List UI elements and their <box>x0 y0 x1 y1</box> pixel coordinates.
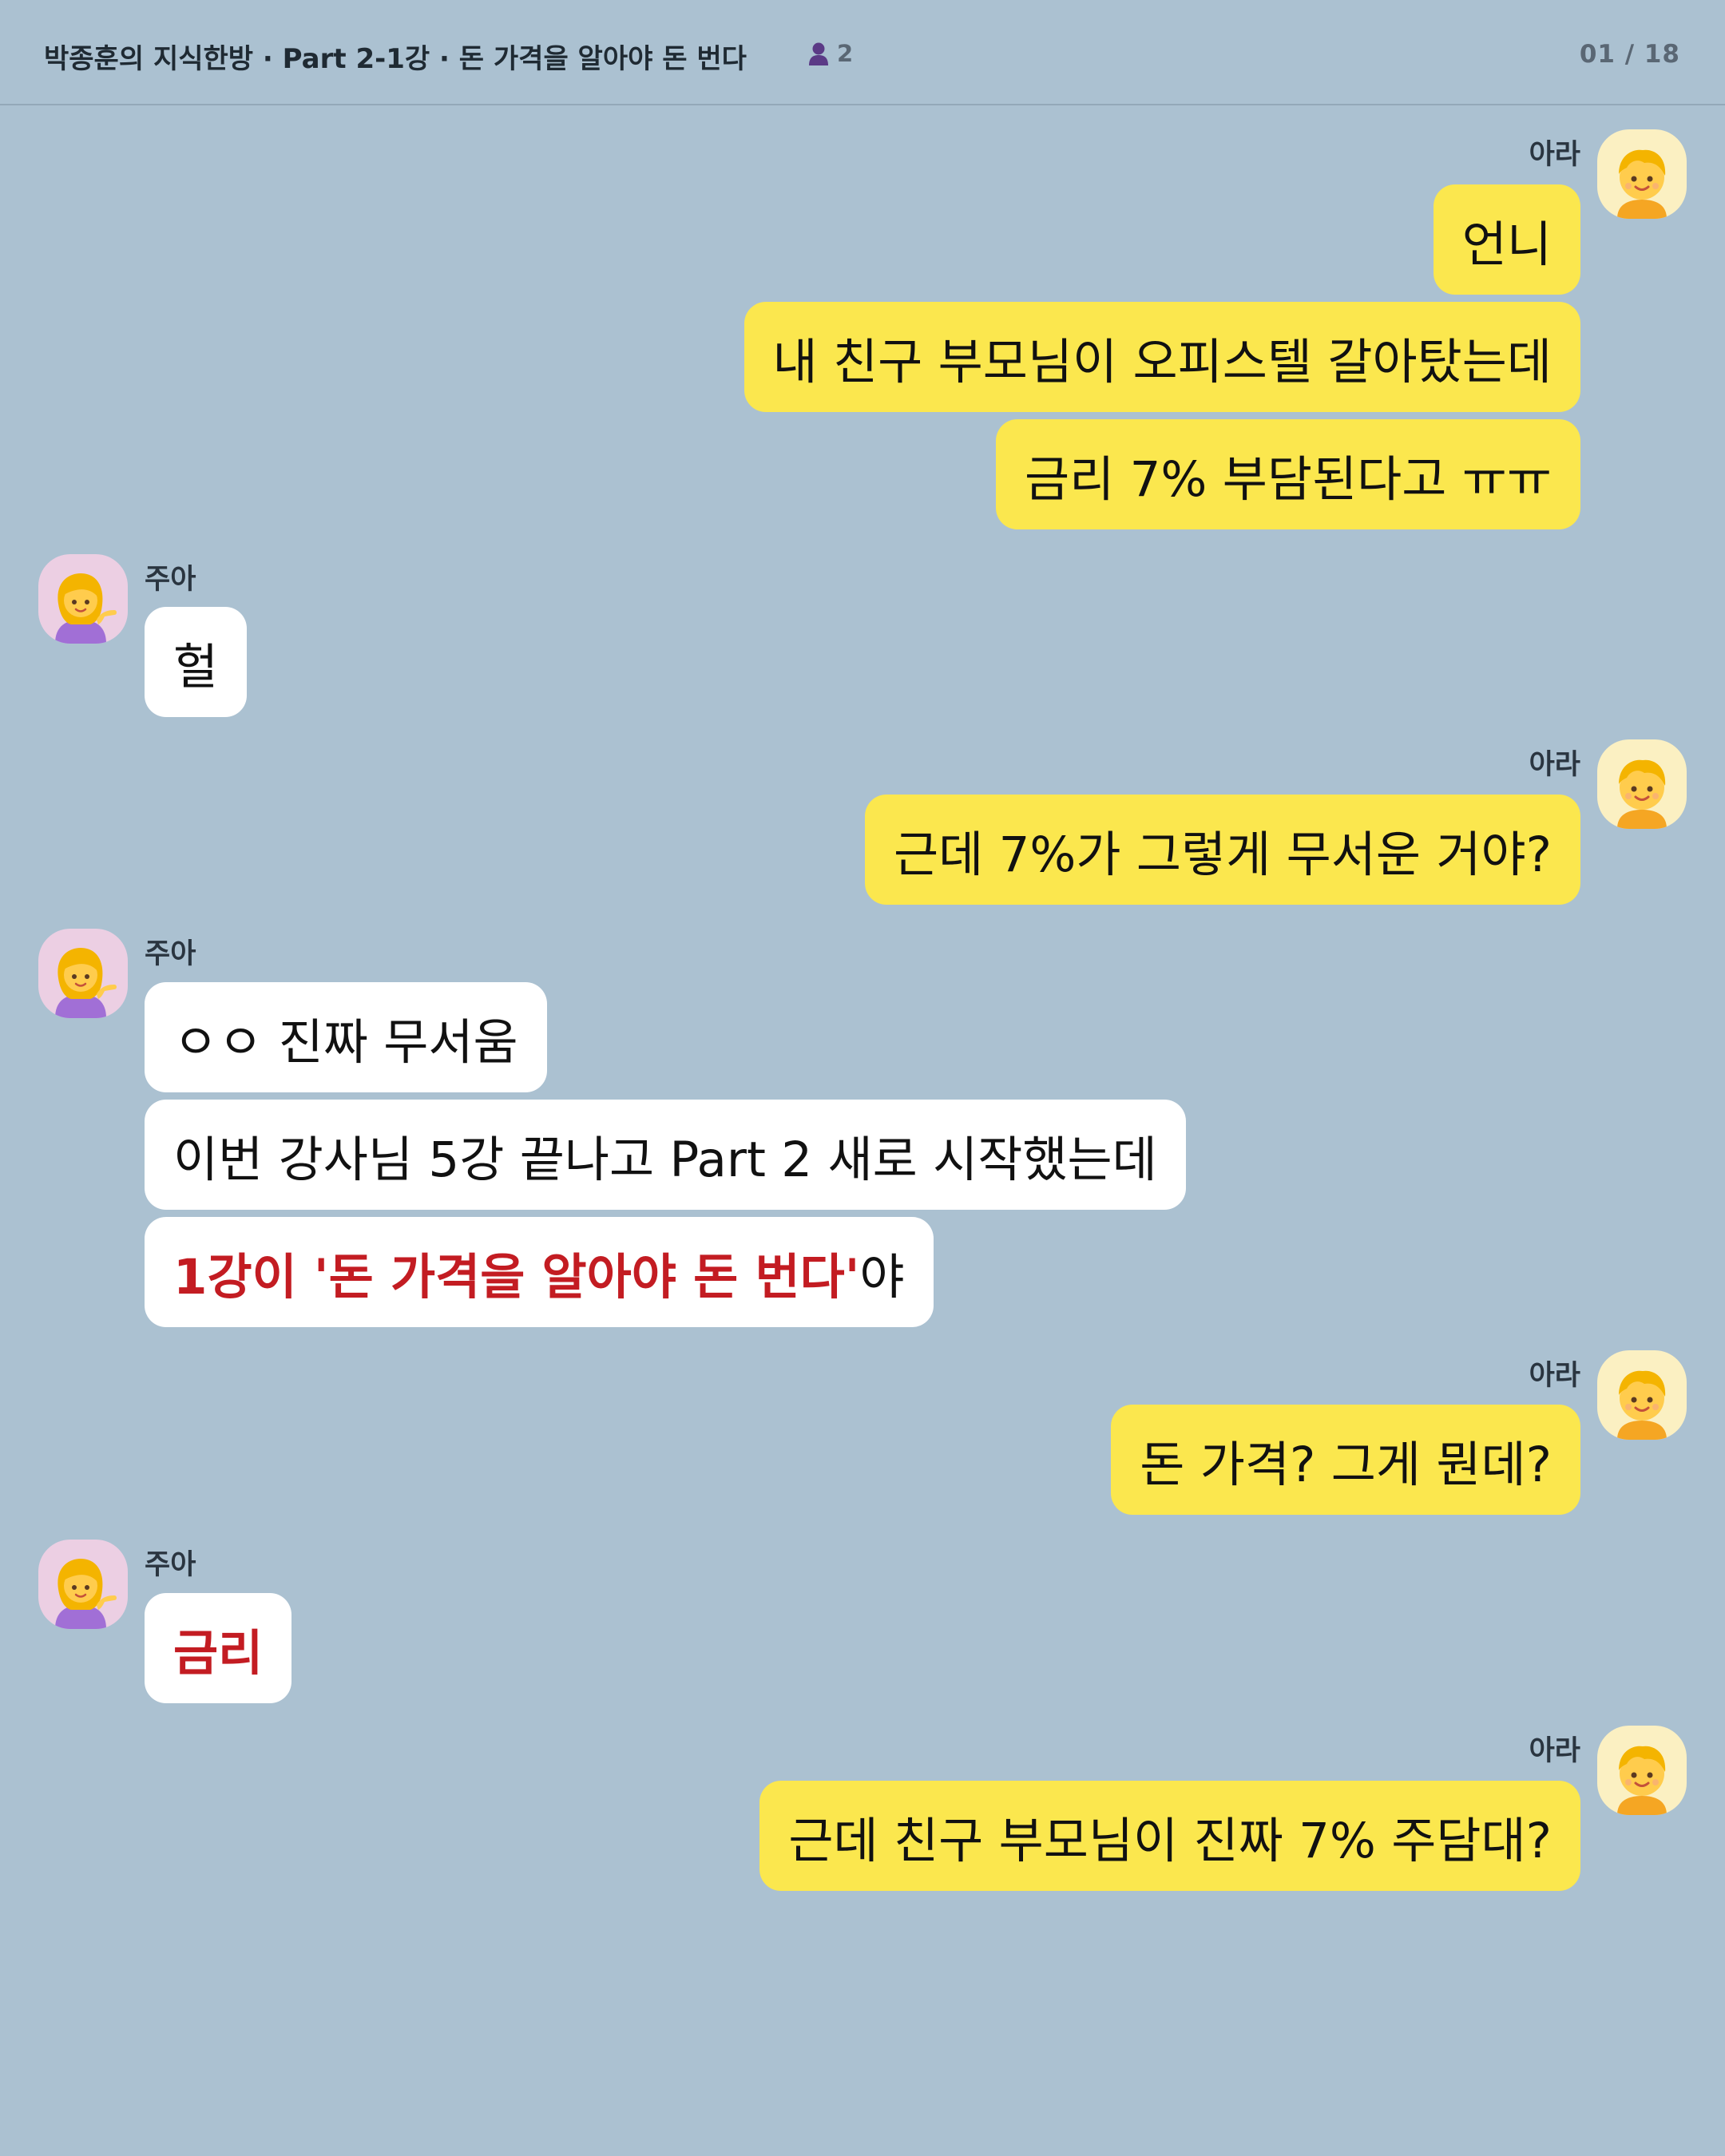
message-bubble[interactable]: 이번 강사님 5강 끝나고 Part 2 새로 시작했는데 <box>145 1100 1186 1210</box>
avatar-ara[interactable] <box>1597 1726 1687 1815</box>
member-count[interactable]: 2 <box>808 40 853 67</box>
tipping-hand-woman-emoji-icon <box>55 948 117 1018</box>
sender-name: 주아 <box>145 938 196 970</box>
avatar-jua[interactable] <box>38 554 128 644</box>
member-count-label: 2 <box>837 40 854 67</box>
tipping-hand-woman-emoji-icon <box>55 1559 117 1629</box>
message-bubble[interactable]: 금리 <box>145 1593 292 1703</box>
message-bubble[interactable]: 돈 가격? 그게 뭔데? <box>1111 1405 1580 1515</box>
message-bubble[interactable]: 금리 7% 부담된다고 ㅠㅠ <box>995 419 1580 529</box>
avatar-ara[interactable] <box>1597 1350 1687 1440</box>
message-bubble[interactable]: 근데 7%가 그렇게 무서운 거야? <box>864 795 1580 905</box>
message-bubble[interactable]: 언니 <box>1433 184 1580 295</box>
person-icon <box>809 42 828 65</box>
avatar-jua[interactable] <box>38 1540 128 1629</box>
sender-name: 아라 <box>1529 139 1580 171</box>
message-bubble[interactable]: ㅇㅇ 진짜 무서움 <box>145 982 547 1092</box>
blond-child-emoji-icon <box>1617 1746 1667 1815</box>
avatar-ara[interactable] <box>1597 129 1687 219</box>
message-text: 야 <box>859 1248 905 1306</box>
chat-room-title: 박종훈의 지식한방 · Part 2-1강 · 돈 가격을 알아야 돈 번다 <box>44 43 747 75</box>
sender-name: 아라 <box>1529 1735 1580 1767</box>
avatar-jua[interactable] <box>38 929 128 1018</box>
highlighted-text: 금리 <box>173 1624 264 1682</box>
page-indicator: 01 / 18 <box>1579 40 1680 69</box>
blond-child-emoji-icon <box>1617 1370 1667 1440</box>
chat-header: 박종훈의 지식한방 · Part 2-1강 · 돈 가격을 알아야 돈 번다 2… <box>0 0 1725 105</box>
sender-name: 주아 <box>145 1549 196 1581</box>
sender-name: 아라 <box>1529 749 1580 781</box>
tipping-hand-woman-emoji-icon <box>55 573 117 644</box>
highlighted-text: 1강이 '돈 가격을 알아야 돈 번다' <box>173 1248 860 1306</box>
avatar-ara[interactable] <box>1597 739 1687 829</box>
sender-name: 주아 <box>145 564 196 596</box>
blond-child-emoji-icon <box>1617 759 1667 829</box>
message-bubble[interactable]: 내 친구 부모님이 오피스텔 갈아탔는데 <box>744 302 1580 412</box>
message-bubble[interactable]: 헐 <box>145 607 248 717</box>
message-bubble[interactable]: 근데 친구 부모님이 진짜 7% 주담대? <box>759 1781 1580 1891</box>
sender-name: 아라 <box>1529 1360 1580 1392</box>
message-bubble[interactable]: 1강이 '돈 가격을 알아야 돈 번다' 야 <box>145 1217 934 1327</box>
blond-child-emoji-icon <box>1617 149 1667 219</box>
